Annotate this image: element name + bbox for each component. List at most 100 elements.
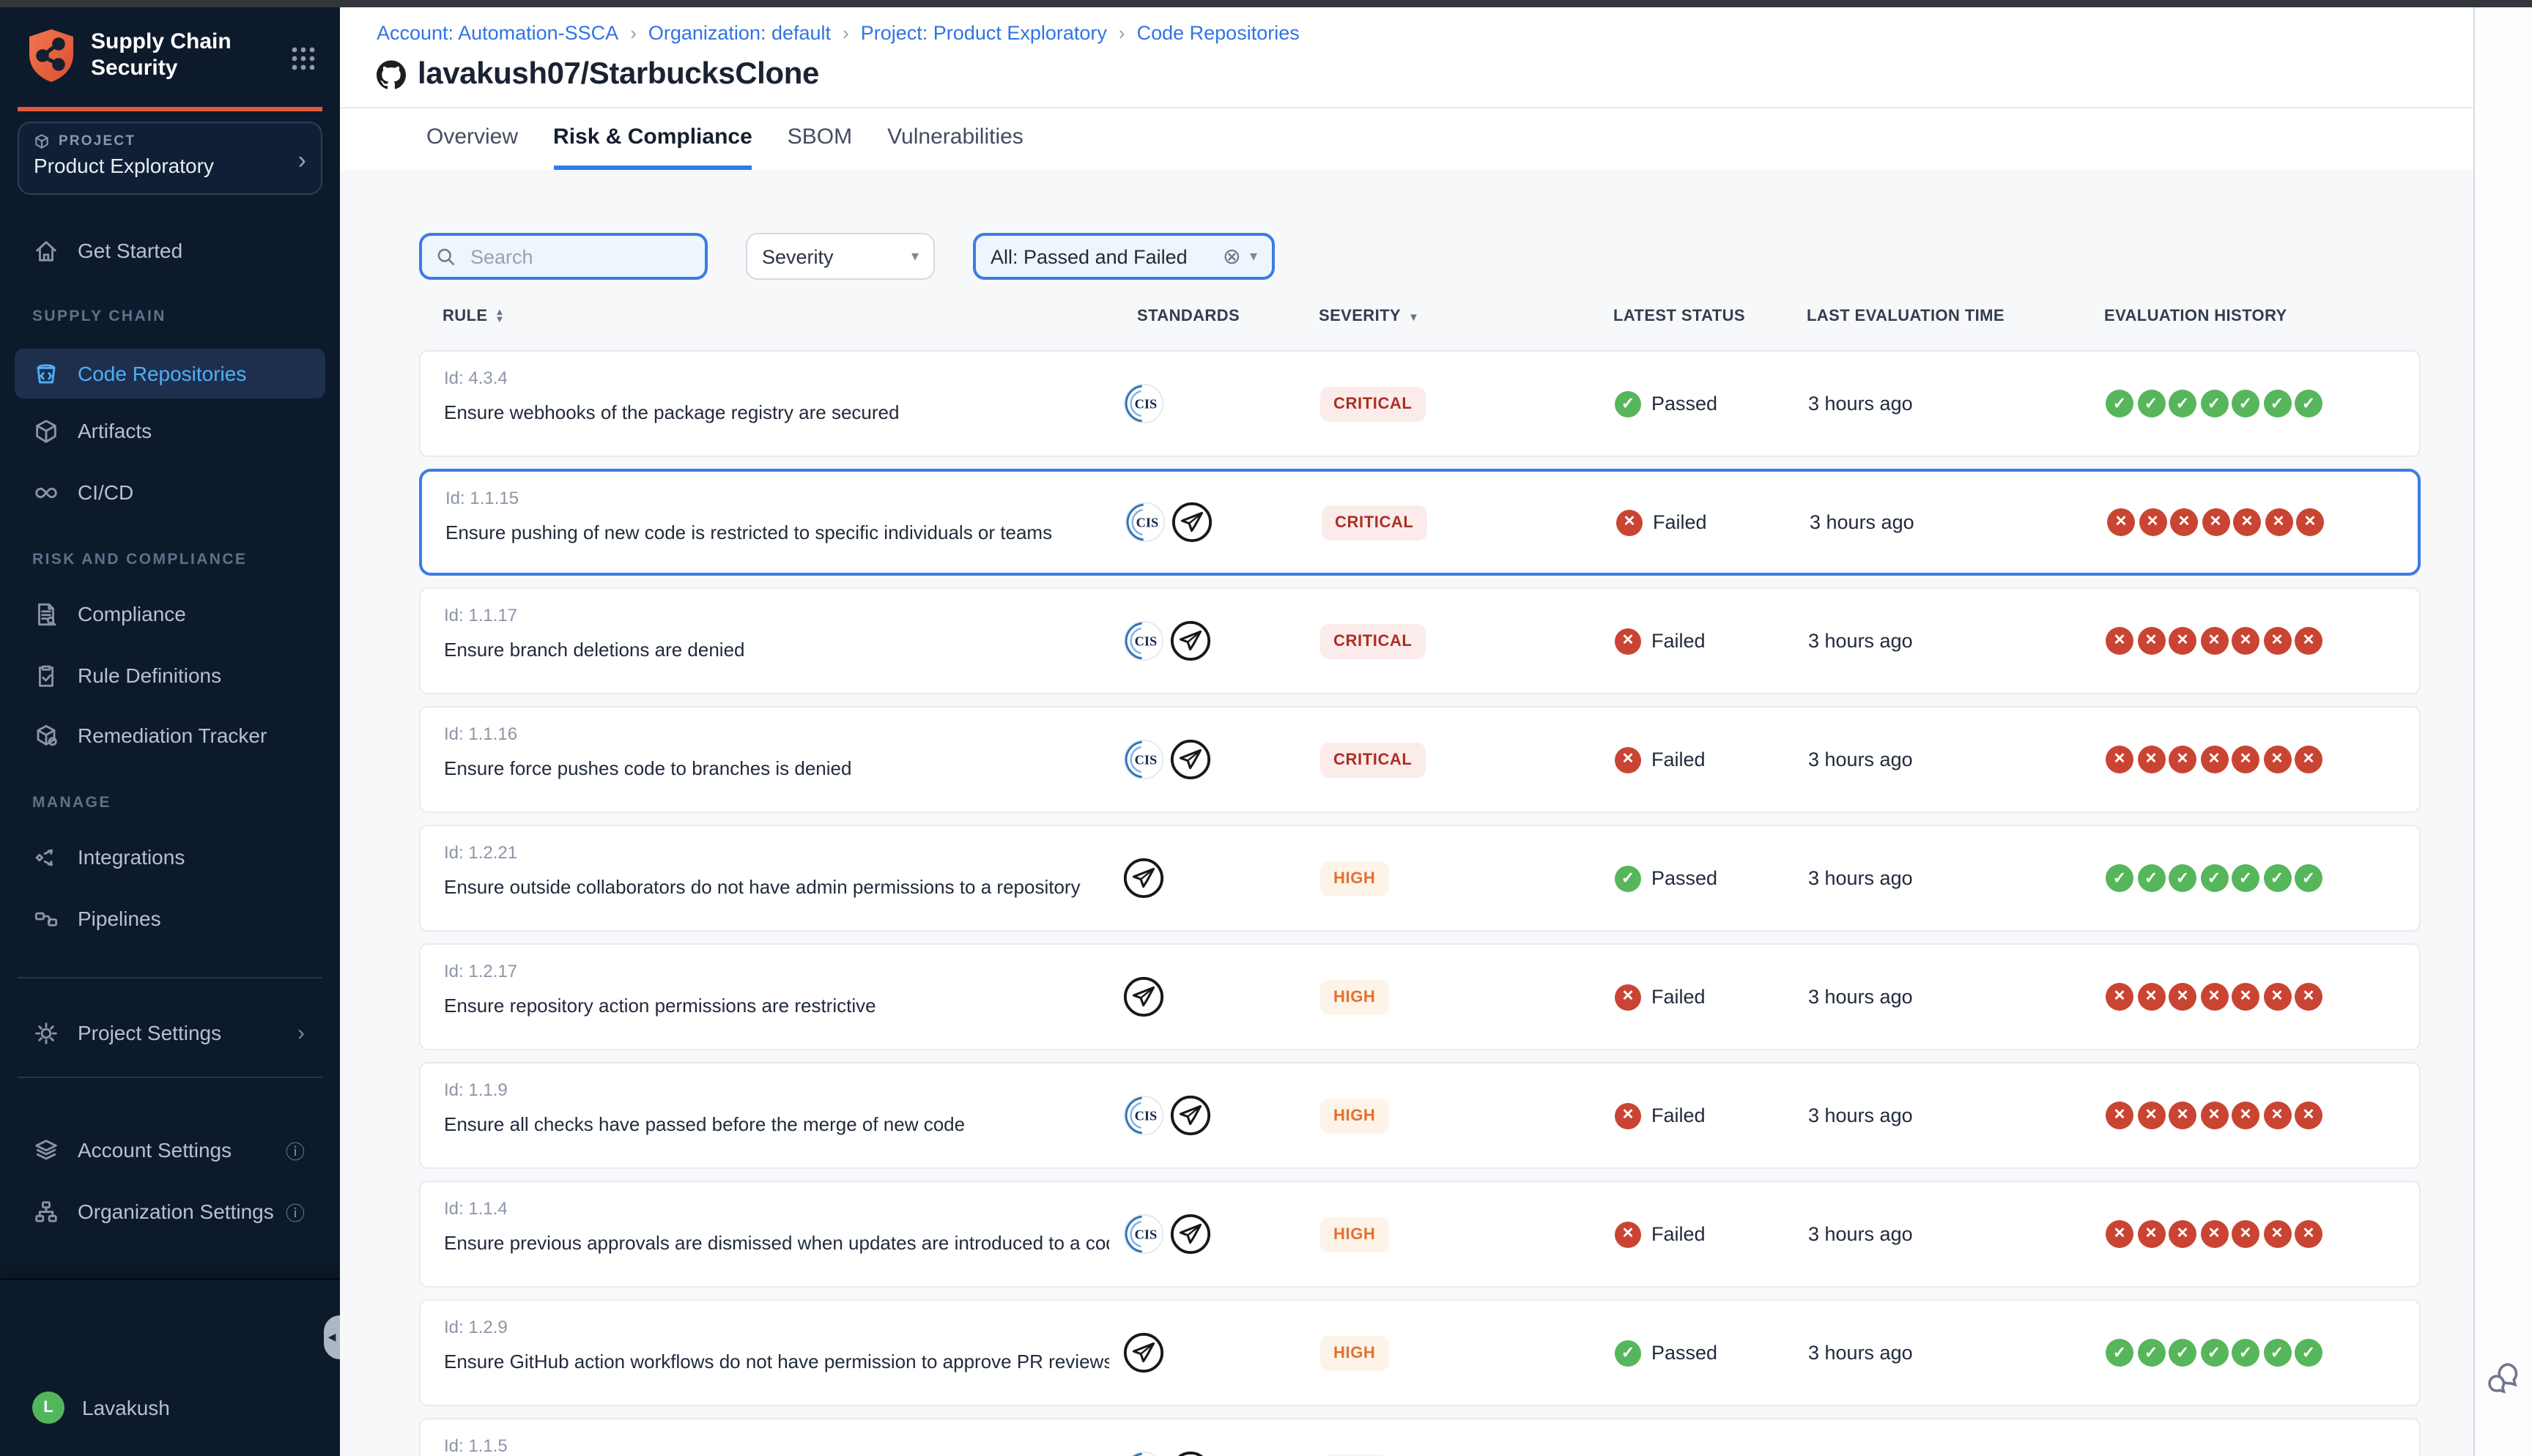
rule-row-1.1.16[interactable]: Id: 1.1.16Ensure force pushes code to br… bbox=[419, 706, 2421, 813]
history-pass-icon[interactable]: ✓ bbox=[2106, 864, 2133, 892]
history-fail-icon[interactable]: ✕ bbox=[2106, 983, 2133, 1011]
tab-overview[interactable]: Overview bbox=[426, 108, 518, 170]
history-fail-icon[interactable]: ✕ bbox=[2263, 627, 2291, 655]
history-pass-icon[interactable]: ✓ bbox=[2295, 390, 2322, 417]
history-fail-icon[interactable]: ✕ bbox=[2169, 627, 2196, 655]
breadcrumb-link[interactable]: Account: Automation-SSCA bbox=[377, 22, 618, 44]
sidebar-item-remediation[interactable]: Remediation Tracker bbox=[15, 710, 325, 760]
breadcrumb-link[interactable]: Code Repositories bbox=[1137, 22, 1300, 44]
sidebar-item-coderepos[interactable]: Code Repositories bbox=[15, 349, 325, 398]
history-fail-icon[interactable]: ✕ bbox=[2265, 508, 2292, 536]
history-fail-icon[interactable]: ✕ bbox=[2202, 508, 2229, 536]
column-header-rule[interactable]: RULE▲▼ bbox=[419, 308, 1108, 325]
history-pass-icon[interactable]: ✓ bbox=[2200, 1339, 2228, 1367]
chat-help-icon[interactable] bbox=[2482, 1359, 2523, 1400]
history-fail-icon[interactable]: ✕ bbox=[2295, 1102, 2322, 1129]
history-pass-icon[interactable]: ✓ bbox=[2137, 390, 2165, 417]
severity-filter-dropdown[interactable]: Severity ▾ bbox=[746, 233, 935, 280]
rule-row-1.2.17[interactable]: Id: 1.2.17Ensure repository action permi… bbox=[419, 943, 2421, 1050]
history-pass-icon[interactable]: ✓ bbox=[2232, 1339, 2259, 1367]
tab-sbom[interactable]: SBOM bbox=[788, 108, 852, 170]
rule-row-1.2.21[interactable]: Id: 1.2.21Ensure outside collaborators d… bbox=[419, 825, 2421, 932]
app-grid-icon[interactable] bbox=[290, 45, 316, 72]
history-fail-icon[interactable]: ✕ bbox=[2232, 1102, 2259, 1129]
info-icon[interactable]: ⓘ bbox=[286, 1197, 305, 1225]
history-fail-icon[interactable]: ✕ bbox=[2137, 983, 2165, 1011]
history-fail-icon[interactable]: ✕ bbox=[2169, 1102, 2196, 1129]
history-fail-icon[interactable]: ✕ bbox=[2137, 627, 2165, 655]
history-fail-icon[interactable]: ✕ bbox=[2232, 627, 2259, 655]
rule-row-1.2.9[interactable]: Id: 1.2.9Ensure GitHub action workflows … bbox=[419, 1299, 2421, 1406]
history-fail-icon[interactable]: ✕ bbox=[2263, 1220, 2291, 1248]
history-fail-icon[interactable]: ✕ bbox=[2169, 746, 2196, 773]
history-fail-icon[interactable]: ✕ bbox=[2232, 746, 2259, 773]
sidebar-user[interactable]: LLavakush bbox=[15, 1383, 325, 1433]
sidebar-item-accset[interactable]: Account Settingsⓘ bbox=[15, 1125, 325, 1175]
column-header-sev[interactable]: SEVERITY▼ bbox=[1319, 308, 1613, 325]
history-fail-icon[interactable]: ✕ bbox=[2137, 746, 2165, 773]
history-fail-icon[interactable]: ✕ bbox=[2263, 1102, 2291, 1129]
project-switcher[interactable]: PROJECT Product Exploratory › bbox=[18, 122, 322, 195]
history-pass-icon[interactable]: ✓ bbox=[2295, 1339, 2322, 1367]
sort-icon[interactable]: ▲▼ bbox=[495, 309, 505, 324]
history-fail-icon[interactable]: ✕ bbox=[2296, 508, 2324, 536]
info-icon[interactable]: ⓘ bbox=[286, 1136, 305, 1164]
history-fail-icon[interactable]: ✕ bbox=[2169, 983, 2196, 1011]
sidebar-item-ruledefs[interactable]: Rule Definitions bbox=[15, 650, 325, 700]
tab-vulnerabilities[interactable]: Vulnerabilities bbox=[887, 108, 1023, 170]
history-fail-icon[interactable]: ✕ bbox=[2295, 627, 2322, 655]
history-pass-icon[interactable]: ✓ bbox=[2263, 864, 2291, 892]
sort-desc-icon[interactable]: ▼ bbox=[1408, 310, 1419, 323]
history-pass-icon[interactable]: ✓ bbox=[2200, 390, 2228, 417]
sidebar-item-orgset[interactable]: Organization Settingsⓘ bbox=[15, 1186, 325, 1236]
history-pass-icon[interactable]: ✓ bbox=[2200, 864, 2228, 892]
rule-row-1.1.17[interactable]: Id: 1.1.17Ensure branch deletions are de… bbox=[419, 587, 2421, 694]
history-fail-icon[interactable]: ✕ bbox=[2295, 1220, 2322, 1248]
sidebar-item-compliance[interactable]: Compliance bbox=[15, 589, 325, 639]
history-fail-icon[interactable]: ✕ bbox=[2200, 983, 2228, 1011]
history-fail-icon[interactable]: ✕ bbox=[2263, 746, 2291, 773]
history-fail-icon[interactable]: ✕ bbox=[2200, 1220, 2228, 1248]
history-pass-icon[interactable]: ✓ bbox=[2137, 864, 2165, 892]
rule-row-4.3.4[interactable]: Id: 4.3.4Ensure webhooks of the package … bbox=[419, 350, 2421, 457]
history-fail-icon[interactable]: ✕ bbox=[2233, 508, 2261, 536]
breadcrumb-link[interactable]: Project: Product Exploratory bbox=[861, 22, 1107, 44]
rule-row-1.1.9[interactable]: Id: 1.1.9Ensure all checks have passed b… bbox=[419, 1062, 2421, 1169]
sidebar-item-cicd[interactable]: CI/CD bbox=[15, 467, 325, 517]
history-fail-icon[interactable]: ✕ bbox=[2139, 508, 2166, 536]
history-pass-icon[interactable]: ✓ bbox=[2263, 390, 2291, 417]
sidebar-item-artifacts[interactable]: Artifacts bbox=[15, 406, 325, 456]
history-fail-icon[interactable]: ✕ bbox=[2200, 746, 2228, 773]
rule-row-1.1.5[interactable]: Id: 1.1.5CISHIGH✕Failed3 hours ago✕✕✕✕✕✕… bbox=[419, 1418, 2421, 1456]
sidebar-item-getstarted[interactable]: Get Started bbox=[15, 226, 325, 275]
history-fail-icon[interactable]: ✕ bbox=[2106, 746, 2133, 773]
sidebar-collapse-handle[interactable]: ◀ bbox=[324, 1315, 340, 1359]
history-fail-icon[interactable]: ✕ bbox=[2263, 983, 2291, 1011]
history-fail-icon[interactable]: ✕ bbox=[2295, 983, 2322, 1011]
tab-risk-compliance[interactable]: Risk & Compliance bbox=[553, 108, 752, 170]
history-fail-icon[interactable]: ✕ bbox=[2107, 508, 2135, 536]
breadcrumb-link[interactable]: Organization: default bbox=[648, 22, 831, 44]
history-fail-icon[interactable]: ✕ bbox=[2295, 746, 2322, 773]
history-fail-icon[interactable]: ✕ bbox=[2200, 627, 2228, 655]
sidebar-item-pipelines[interactable]: Pipelines bbox=[15, 894, 325, 943]
history-fail-icon[interactable]: ✕ bbox=[2106, 1220, 2133, 1248]
history-pass-icon[interactable]: ✓ bbox=[2295, 864, 2322, 892]
rule-row-1.1.4[interactable]: Id: 1.1.4Ensure previous approvals are d… bbox=[419, 1181, 2421, 1288]
history-pass-icon[interactable]: ✓ bbox=[2232, 390, 2259, 417]
history-fail-icon[interactable]: ✕ bbox=[2106, 1102, 2133, 1129]
history-fail-icon[interactable]: ✕ bbox=[2232, 1220, 2259, 1248]
history-fail-icon[interactable]: ✕ bbox=[2137, 1102, 2165, 1129]
history-fail-icon[interactable]: ✕ bbox=[2169, 1220, 2196, 1248]
clear-filter-icon[interactable]: ⊗ bbox=[1223, 245, 1241, 267]
history-fail-icon[interactable]: ✕ bbox=[2200, 1102, 2228, 1129]
history-pass-icon[interactable]: ✓ bbox=[2137, 1339, 2165, 1367]
history-fail-icon[interactable]: ✕ bbox=[2106, 627, 2133, 655]
sidebar-item-projset[interactable]: Project Settings› bbox=[15, 1008, 325, 1058]
search-input[interactable] bbox=[467, 244, 692, 269]
history-pass-icon[interactable]: ✓ bbox=[2169, 864, 2196, 892]
history-pass-icon[interactable]: ✓ bbox=[2106, 1339, 2133, 1367]
history-fail-icon[interactable]: ✕ bbox=[2232, 983, 2259, 1011]
rule-row-1.1.15[interactable]: Id: 1.1.15Ensure pushing of new code is … bbox=[419, 469, 2421, 576]
history-pass-icon[interactable]: ✓ bbox=[2169, 390, 2196, 417]
